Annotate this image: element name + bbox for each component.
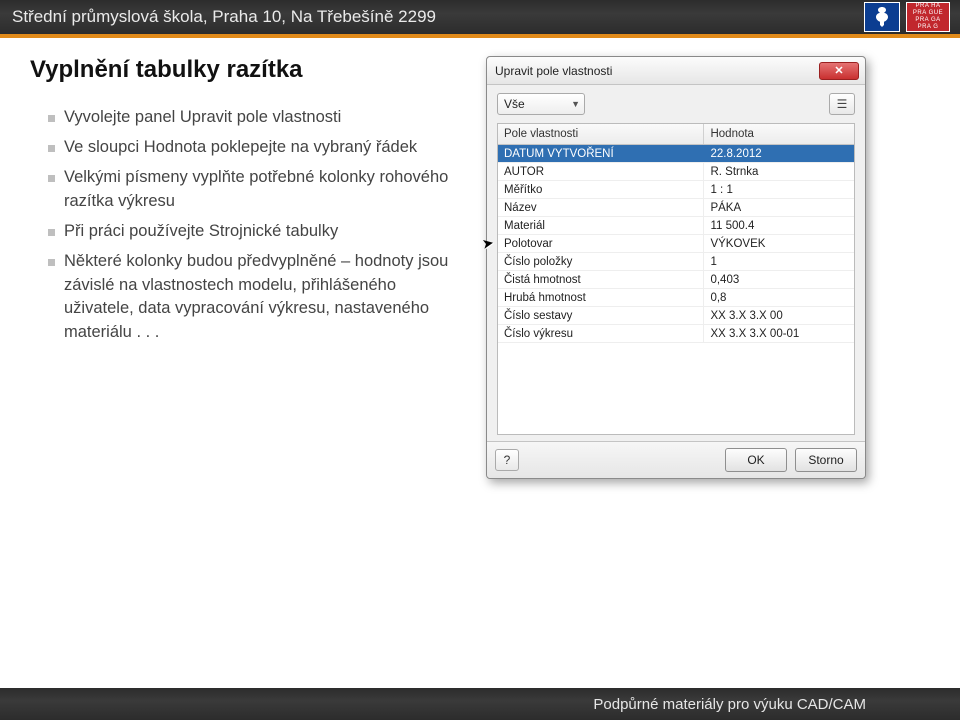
grid-header: Pole vlastnosti Hodnota (498, 124, 854, 145)
cell-value[interactable]: 1 (704, 253, 854, 270)
col-header-value[interactable]: Hodnota (704, 124, 854, 144)
header-title: Střední průmyslová škola, Praha 10, Na T… (12, 7, 436, 27)
col-header-property[interactable]: Pole vlastnosti (498, 124, 704, 144)
cell-property: AUTOR (498, 163, 704, 180)
table-row[interactable]: Číslo výkresuXX 3.X 3.X 00-01 (498, 325, 854, 343)
dialog-titlebar[interactable]: Upravit pole vlastnosti ✕ (487, 57, 865, 85)
cell-value[interactable]: 11 500.4 (704, 217, 854, 234)
cell-property: Číslo položky (498, 253, 704, 270)
list-item: Velkými písmeny vyplňte potřebné kolonky… (48, 166, 470, 214)
list-item: Některé kolonky budou předvyplněné – hod… (48, 250, 470, 346)
table-row[interactable]: DATUM VYTVOŘENÍ22.8.2012 (498, 145, 854, 163)
close-button[interactable]: ✕ (819, 62, 859, 80)
cancel-button[interactable]: Storno (795, 448, 857, 472)
cell-property: DATUM VYTVOŘENÍ (498, 145, 704, 162)
cell-property: Materiál (498, 217, 704, 234)
cell-property: Číslo sestavy (498, 307, 704, 324)
cell-property: Číslo výkresu (498, 325, 704, 342)
chevron-down-icon: ▼ (571, 99, 580, 109)
cell-value[interactable]: 1 : 1 (704, 181, 854, 198)
table-row[interactable]: Číslo sestavyXX 3.X 3.X 00 (498, 307, 854, 325)
cell-property: Polotovar (498, 235, 704, 252)
table-row[interactable]: Materiál11 500.4 (498, 217, 854, 235)
properties-grid[interactable]: Pole vlastnosti Hodnota DATUM VYTVOŘENÍ2… (497, 123, 855, 435)
cell-value[interactable]: XX 3.X 3.X 00-01 (704, 325, 854, 342)
sps-logo (864, 2, 900, 32)
footer-text: Podpůrné materiály pro výuku CAD/CAM (593, 696, 866, 713)
help-icon: ? (504, 453, 511, 467)
cell-value[interactable]: 22.8.2012 (704, 145, 854, 162)
cell-property: Hrubá hmotnost (498, 289, 704, 306)
filter-combo-value: Vše (504, 97, 525, 111)
dialog-title: Upravit pole vlastnosti (495, 64, 612, 78)
cursor-icon: ➤ (481, 234, 496, 253)
cell-value[interactable]: 0,8 (704, 289, 854, 306)
list-item: Vyvolejte panel Upravit pole vlastnosti (48, 106, 470, 130)
edit-properties-dialog: Upravit pole vlastnosti ✕ Vše ▼ ☰ Pole v… (486, 56, 866, 479)
ok-button[interactable]: OK (725, 448, 787, 472)
table-row[interactable]: Číslo položky1 (498, 253, 854, 271)
cell-property: Měřítko (498, 181, 704, 198)
praha-logo: PRA HA PRA GUE PRA GA PRA G (906, 2, 950, 32)
cell-property: Název (498, 199, 704, 216)
cell-value[interactable]: VÝKOVEK (704, 235, 854, 252)
cell-value[interactable]: 0,403 (704, 271, 854, 288)
list-item: Ve sloupci Hodnota poklepejte na vybraný… (48, 136, 470, 160)
filter-combo[interactable]: Vše ▼ (497, 93, 585, 115)
table-row[interactable]: NázevPÁKA (498, 199, 854, 217)
table-row[interactable]: Měřítko1 : 1 (498, 181, 854, 199)
table-row[interactable]: PolotovarVÝKOVEK (498, 235, 854, 253)
bullet-list: Vyvolejte panel Upravit pole vlastnosti … (30, 106, 470, 345)
cell-property: Čistá hmotnost (498, 271, 704, 288)
table-row[interactable]: Hrubá hmotnost0,8 (498, 289, 854, 307)
page-title: Vyplnění tabulky razítka (30, 56, 470, 84)
table-row[interactable]: Čistá hmotnost0,403 (498, 271, 854, 289)
close-icon: ✕ (834, 64, 843, 77)
cell-value[interactable]: XX 3.X 3.X 00 (704, 307, 854, 324)
help-button[interactable]: ? (495, 449, 519, 471)
cell-value[interactable]: R. Strnka (704, 163, 854, 180)
page-header: Střední průmyslová škola, Praha 10, Na T… (0, 0, 960, 38)
page-footer: Podpůrné materiály pro výuku CAD/CAM (0, 688, 960, 720)
list-icon: ☰ (837, 97, 848, 111)
header-logos: PRA HA PRA GUE PRA GA PRA G (864, 2, 950, 32)
cell-value[interactable]: PÁKA (704, 199, 854, 216)
list-item: Při práci používejte Strojnické tabulky (48, 220, 470, 244)
list-icon-button[interactable]: ☰ (829, 93, 855, 115)
table-row[interactable]: AUTORR. Strnka (498, 163, 854, 181)
